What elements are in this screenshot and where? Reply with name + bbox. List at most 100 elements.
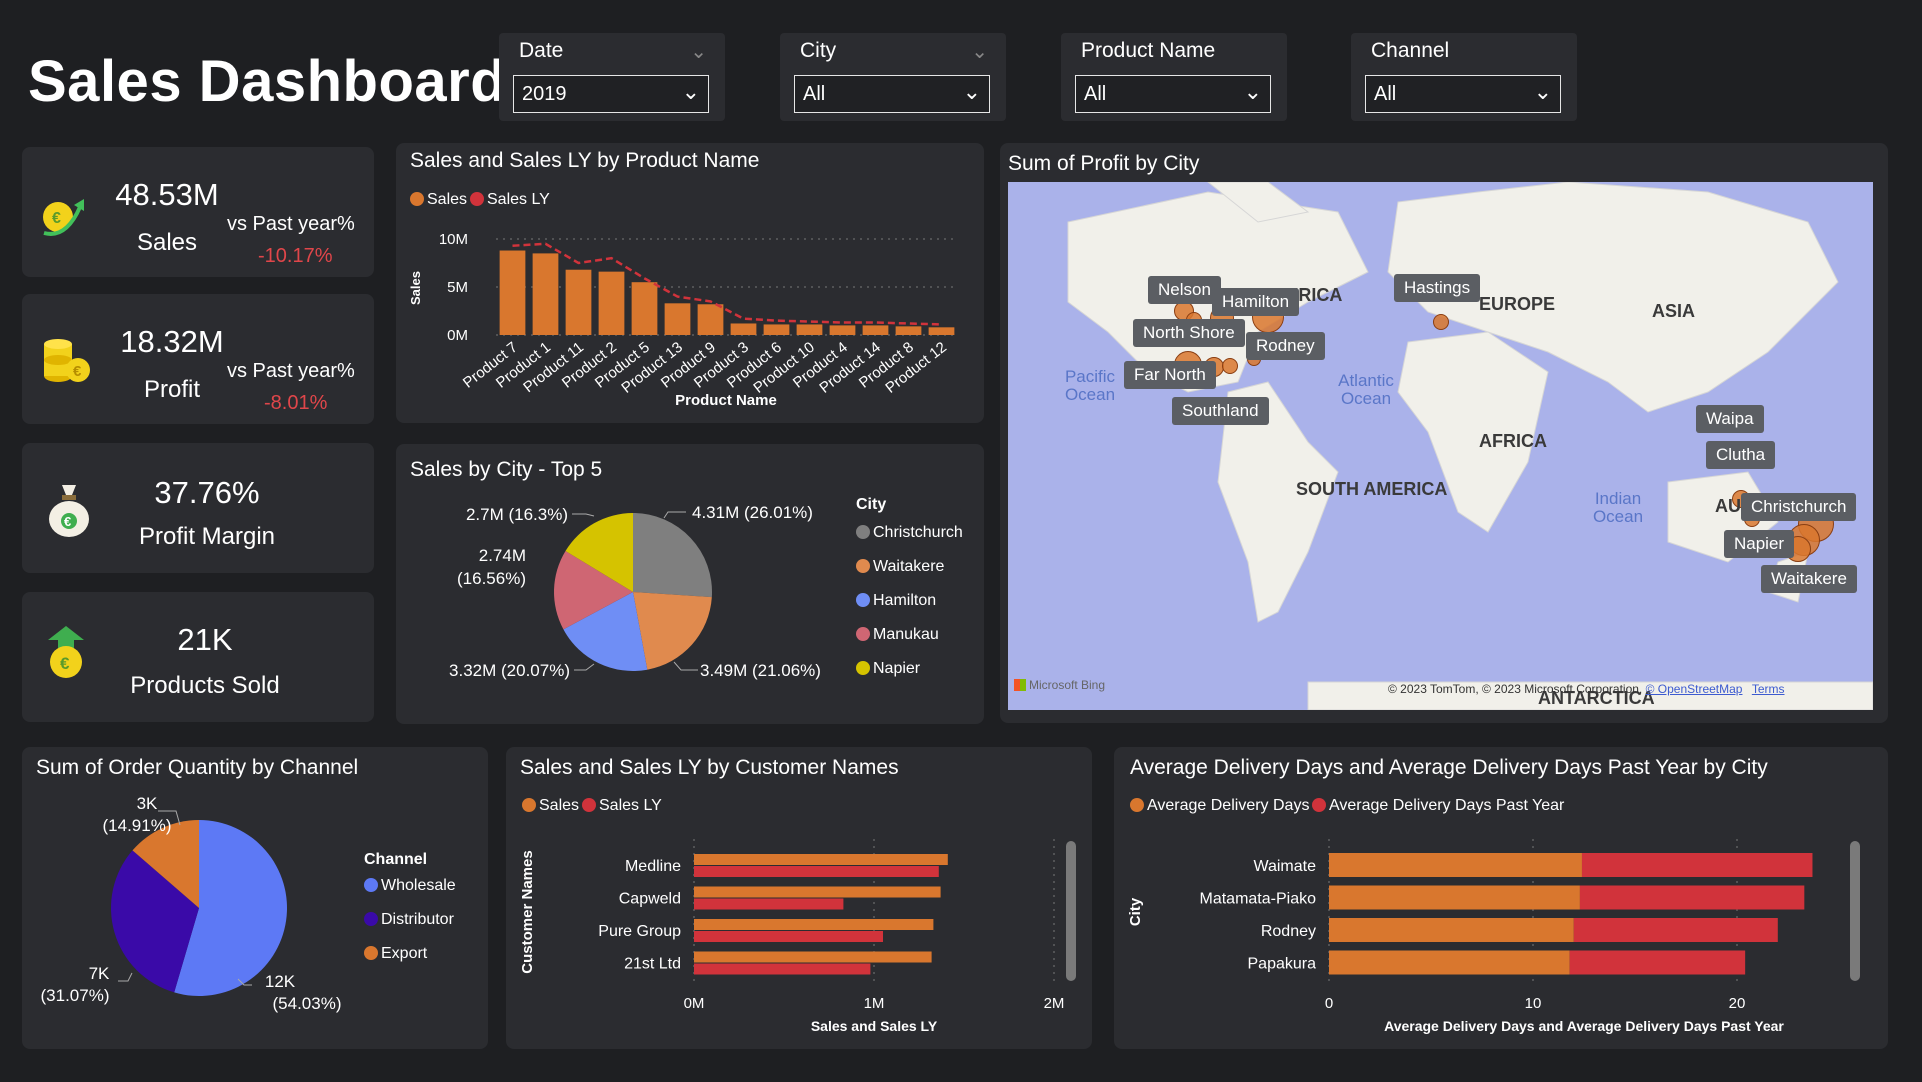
openstreetmap-link[interactable]: © OpenStreetMap [1646,682,1743,696]
legend-item-export[interactable]: Export [364,945,427,963]
filter-value: All [803,83,826,105]
bar-sales [694,854,948,865]
filter-label: Channel [1371,39,1450,62]
y-axis-label: Customer Names [519,850,536,973]
profit-bubble[interactable] [1222,358,1238,374]
city-select[interactable]: All ⌄ [794,75,990,113]
legend-item-hamilton[interactable]: Hamilton [856,592,936,610]
chevron-down-icon: ⌄ [1243,79,1262,104]
legend-item-manukau[interactable]: Manukau [856,626,939,644]
bar-avg-delivery-days-py [1569,950,1746,975]
data-label: (31.07%) [41,986,110,1005]
ocean-label: Atlantic Ocean [1338,371,1394,408]
coin-arrow-icon: € [48,626,84,678]
data-label: 12K [265,972,296,991]
legend-item-distributor[interactable]: Distributor [364,911,454,929]
kpi-card-products-sold: € 21K Products Sold [22,592,374,722]
y-tick-label: 5M [447,279,468,296]
legend-label: Wholesale [381,877,456,894]
channel-pie-plot: 3K (14.91%) 7K (31.07%) 12K (54.03%) [41,794,342,1013]
legend-label: Hamilton [873,592,937,609]
attribution-text: © 2023 TomTom, © 2023 Microsoft Corporat… [1388,682,1643,696]
channel-filter[interactable]: Channel All ⌄ [1351,33,1577,121]
bar-sales-ly [694,898,844,910]
page-title: Sales Dashboard [28,49,507,114]
city-label-waitakere[interactable]: Waitakere [1761,565,1857,593]
channel-select[interactable]: All ⌄ [1365,75,1561,113]
legend-sales[interactable]: Sales [410,191,467,209]
bar-sales [697,304,724,335]
leader-line [572,513,595,517]
legend-item-waitakere[interactable]: Waitakere [856,558,944,576]
city-label-clutha[interactable]: Clutha [1706,441,1776,469]
scrollbar[interactable] [1066,841,1076,981]
chevron-down-icon[interactable]: ⌄ [971,39,988,64]
legend-dot [856,661,870,675]
legend-label: Sales LY [487,191,550,208]
x-axis-label: Product Name [675,392,777,409]
chevron-down-icon[interactable]: ⌄ [690,39,707,64]
data-label: 3K [137,794,158,813]
bar-sales [796,324,823,335]
chevron-down-icon: ⌄ [962,79,981,104]
data-label: 4.31M (26.01%) [692,503,813,522]
terms-link[interactable]: Terms [1752,682,1785,696]
product-name-select[interactable]: All ⌄ [1075,75,1271,113]
legend-item-napier[interactable]: Napier [856,660,920,678]
data-label: (54.03%) [273,994,342,1013]
data-label: 3.32M (20.07%) [449,661,570,680]
filter-value: All [1084,83,1107,105]
chart-title: Sum of Profit by City [1008,152,1200,175]
y-tick-label: Pure Group [598,923,681,940]
profit-map[interactable]: NORTH AMERICA EUROPE ASIA AFRICA SOUTH A… [1008,182,1873,710]
y-tick-label: Papakura [1248,956,1317,973]
y-tick-label: 21st Ltd [624,956,681,973]
date-select[interactable]: 2019 ⌄ [513,75,709,113]
legend-dot [856,559,870,573]
city-label-southland[interactable]: Southland [1172,397,1269,425]
sales-compare-label: vs Past year% [227,213,355,235]
city-label-north-shore[interactable]: North Shore [1133,319,1245,347]
leader-line [574,663,595,671]
bar-sales-ly [694,866,939,877]
filter-value: All [1374,83,1397,105]
y-tick-label: Waimate [1253,858,1316,875]
products-sold-label: Products Sold [130,672,280,699]
bar-sales [862,325,889,335]
city-filter[interactable]: City ⌄ All ⌄ [780,33,1006,121]
city-label-napier[interactable]: Napier [1724,530,1795,558]
ocean-label: Indian Ocean [1592,489,1644,526]
city-label-hamilton[interactable]: Hamilton [1212,288,1300,316]
city-label-nelson[interactable]: Nelson [1148,276,1221,304]
legend-title: Channel [364,851,428,868]
bar-sales [565,269,592,335]
leader-line [663,511,686,519]
x-tick-label: 0 [1325,995,1333,1012]
legend-label: Sales [427,191,468,208]
filter-label: Date [519,39,564,62]
city-label-waipa[interactable]: Waipa [1696,405,1764,433]
city-label-far-north[interactable]: Far North [1124,361,1216,389]
kpi-card-profit: € 18.32M Profit vs Past year% -8.01% [22,294,374,424]
legend-label: Distributor [381,911,454,928]
city-label-christchurch[interactable]: Christchurch [1741,493,1857,521]
profit-bubble[interactable] [1433,314,1449,330]
city-label-rodney[interactable]: Rodney [1246,332,1325,360]
delivery-bar-plot: 0 10 20 Waimate Matamata-Piako Rodney Papakura… [1127,839,1813,1034]
x-tick-label: 10 [1525,995,1542,1012]
legend-item-wholesale[interactable]: Wholesale [364,877,456,895]
profit-map-card: Sum of Profit by City NORTH AMERICA EURO… [1000,143,1888,723]
y-tick-label: Capweld [619,891,681,908]
city-label-hastings[interactable]: Hastings [1394,274,1481,302]
legend-item-christchurch[interactable]: Christchurch [856,524,963,542]
map-attribution: © 2023 TomTom, © 2023 Microsoft Corporat… [1388,682,1785,696]
scrollbar[interactable] [1850,841,1860,981]
x-axis-label: Average Delivery Days and Average Delive… [1384,1018,1784,1034]
legend-sales-ly[interactable]: Sales LY [470,191,550,209]
date-filter[interactable]: Date ⌄ 2019 ⌄ [499,33,725,121]
legend-label: Napier [873,660,921,677]
x-tick-label: 20 [1729,995,1746,1012]
product-name-filter[interactable]: Product Name All ⌄ [1061,33,1287,121]
product-bar-plot: 10M5M0MSalesProduct 7Product 1Product 11… [408,231,958,409]
y-tick-label: Medline [625,858,681,875]
